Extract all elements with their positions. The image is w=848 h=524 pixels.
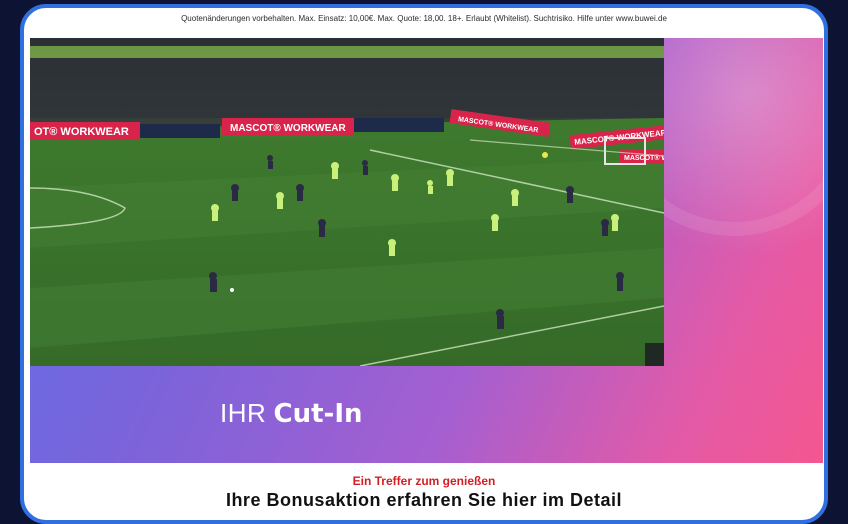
ad-board-left-text: OT® WORKWEAR [34, 126, 129, 138]
bonus-teaser-kicker: Ein Treffer zum genießen [352, 474, 496, 488]
bonus-teaser[interactable]: Ein Treffer zum genießen Ihre Bonusaktio… [24, 474, 824, 511]
ad-board-center-text: MASCOT® WORKWEAR [230, 123, 346, 134]
cut-in-prefix: IHR [220, 398, 267, 428]
ad-frame: Quotenänderungen vorbehalten. Max. Einsa… [20, 4, 828, 524]
cut-in-headline: IHR Cut-In [220, 398, 363, 429]
stand-banner-strip [30, 46, 664, 58]
football-pitch-scene: OT® WORKWEAR MASCOT® WORKWEAR MASCOT® WO… [30, 38, 664, 366]
ball [230, 288, 234, 292]
goalkeeper [542, 152, 548, 158]
legal-disclaimer: Quotenänderungen vorbehalten. Max. Einsa… [181, 14, 667, 23]
bonus-teaser-headline: Ihre Bonusaktion erfahren Sie hier im De… [225, 490, 623, 510]
cut-in-promo-banner[interactable]: OT® WORKWEAR MASCOT® WORKWEAR MASCOT® WO… [30, 38, 823, 463]
cut-in-highlight: Cut-In [273, 399, 363, 429]
match-video[interactable]: OT® WORKWEAR MASCOT® WORKWEAR MASCOT® WO… [30, 38, 664, 366]
